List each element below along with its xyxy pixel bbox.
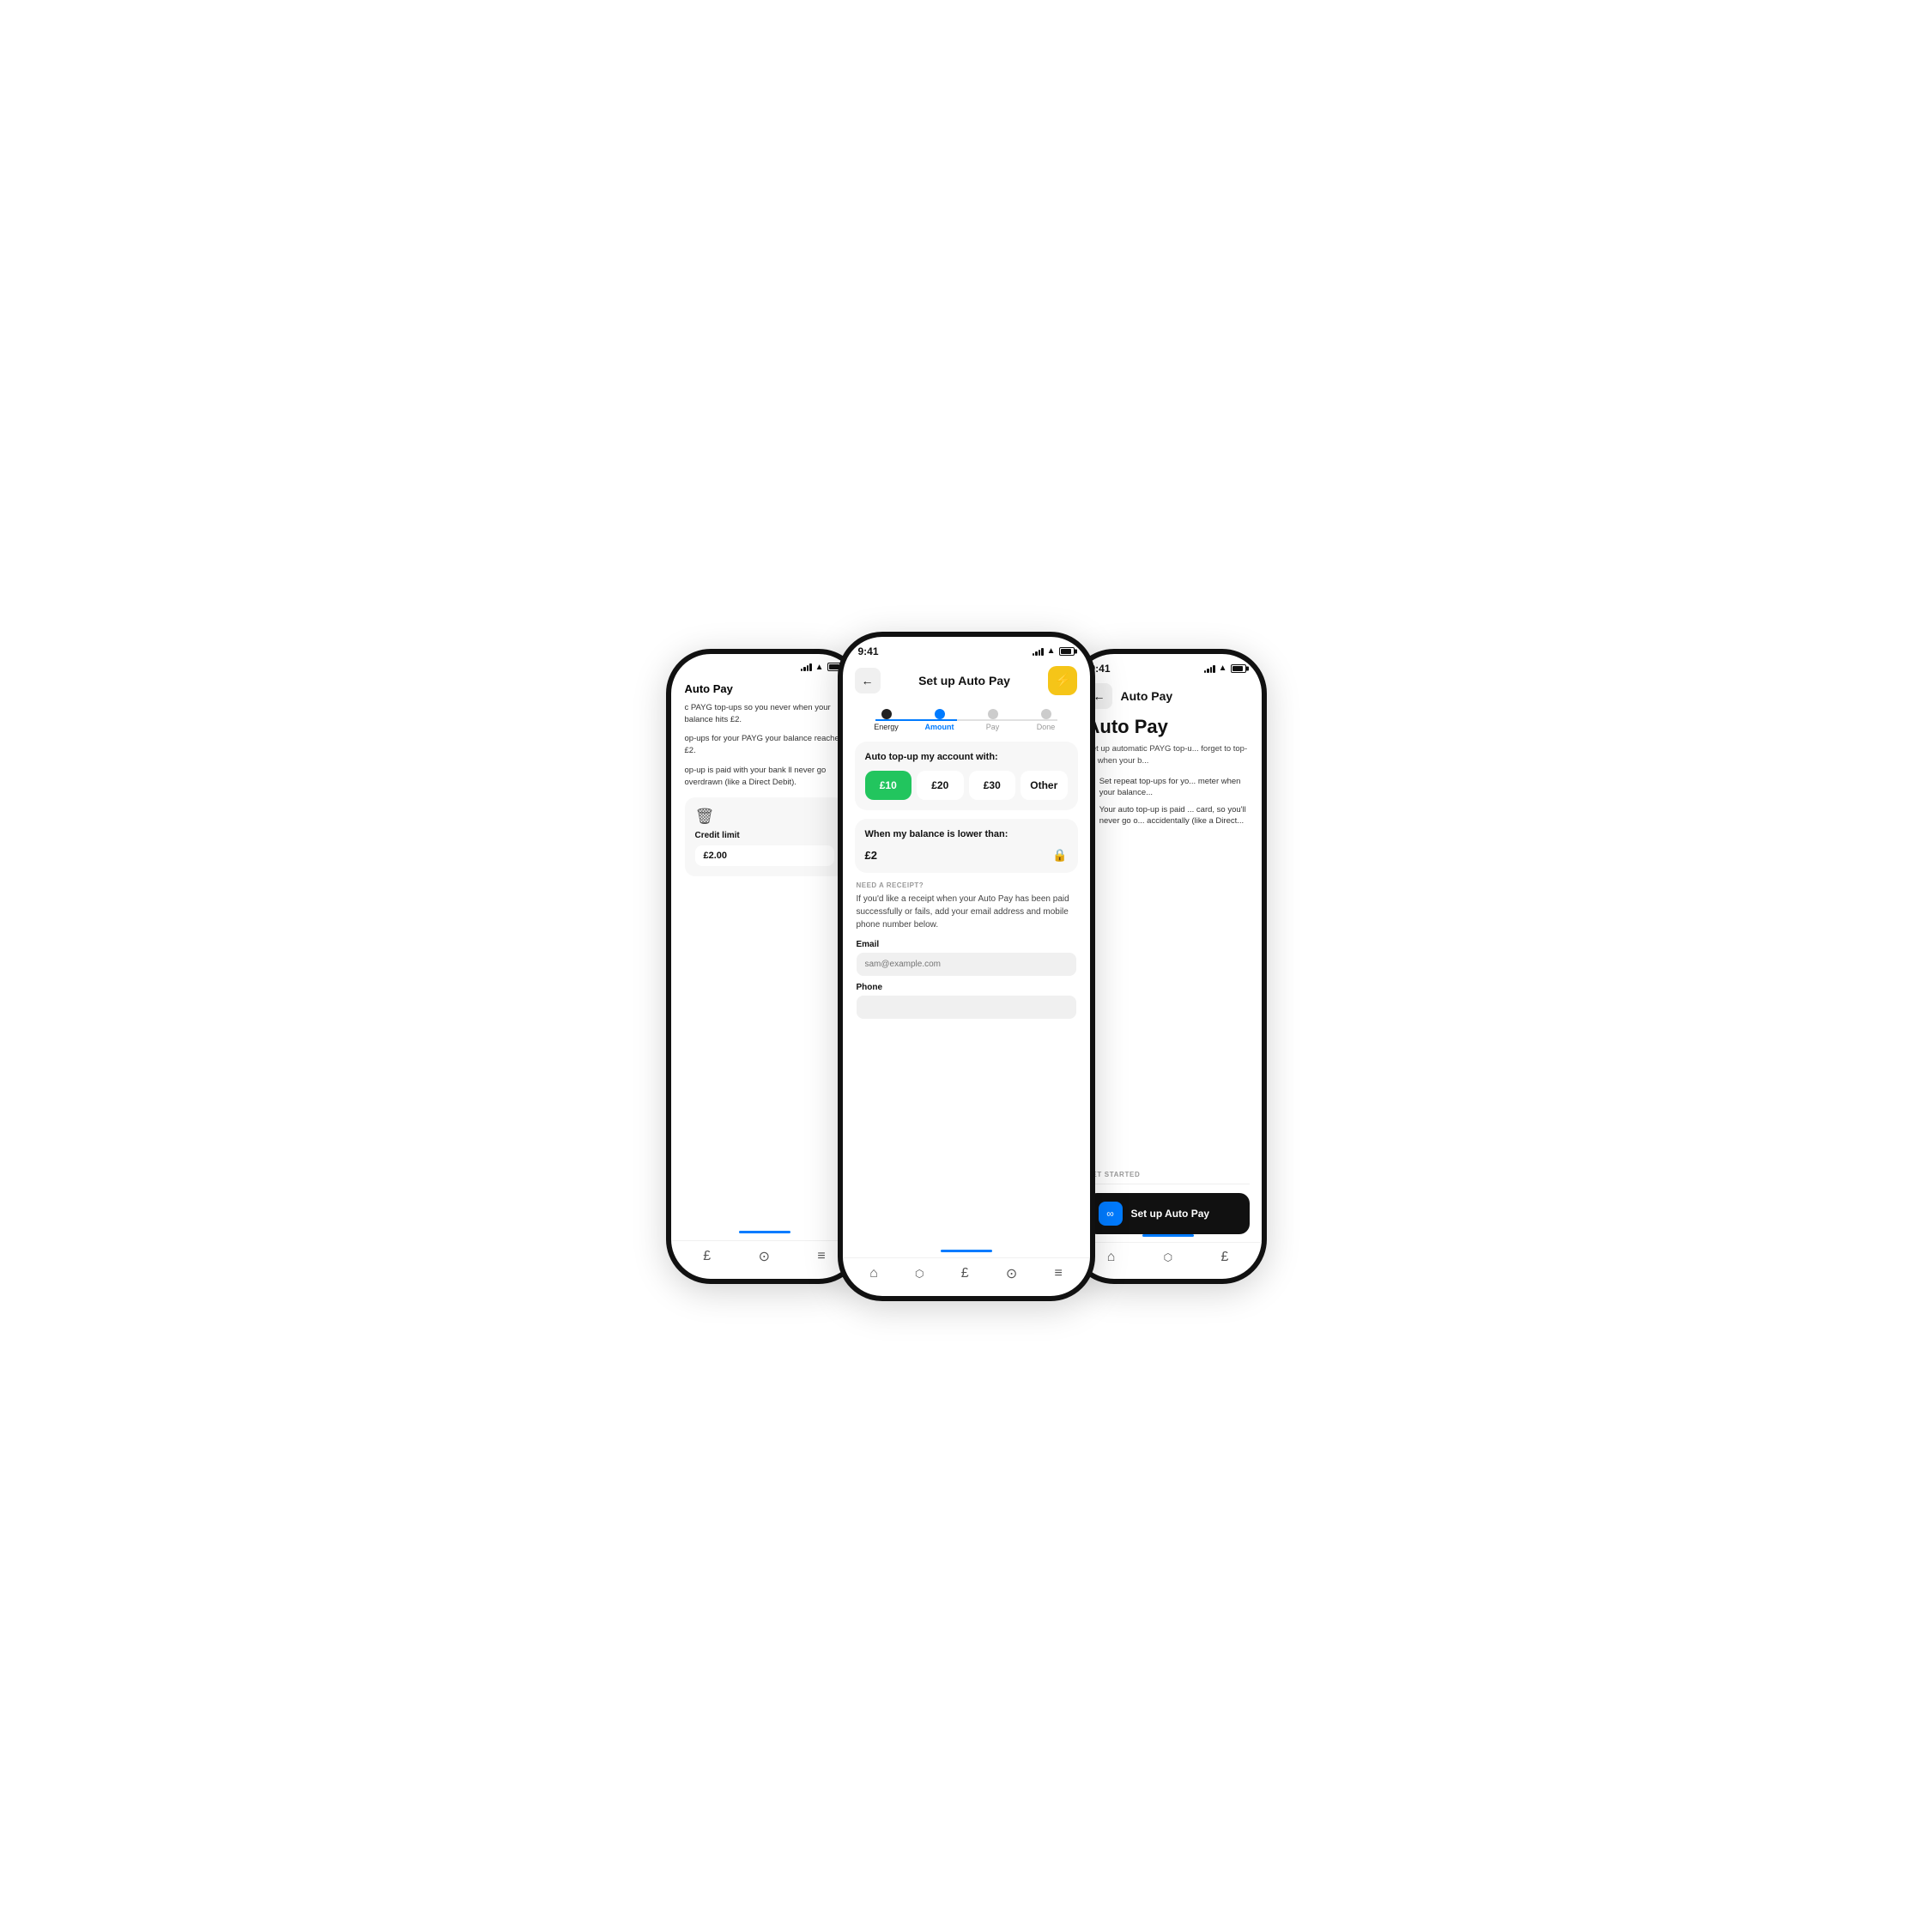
receipt-text: If you'd like a receipt when your Auto P… [857,893,1076,931]
bottom-nav-right: ⌂ ⬡ £ [1075,1242,1262,1279]
status-bar-left: ▲ [671,654,858,675]
bottom-nav-center: ⌂ ⬡ £ ⊙ ≡ [843,1257,1090,1296]
bottom-indicator-right [1142,1234,1194,1237]
status-time-center: 9:41 [858,645,879,657]
step-label-pay: Pay [986,723,1000,731]
credit-limit-value: £2.00 [695,845,834,866]
receipt-section: NEED A RECEIPT? If you'd like a receipt … [855,881,1078,1026]
status-icons-right: ▲ [1204,663,1246,673]
stepper: Energy Amount Pay Done [843,700,1090,735]
wifi-icon-right: ▲ [1219,663,1227,673]
right-page-title: Auto Pay [1075,712,1262,743]
phone-center: 9:41 ▲ ← Set up Auto Pay ⚡ Energy [838,632,1095,1301]
nav-usage-right[interactable]: ⬡ [1164,1251,1172,1263]
left-body-text-1: c PAYG top-ups so you never when your ba… [685,702,845,727]
right-content: Auto Pay Set up automatic PAYG top-u... … [1075,712,1262,1234]
left-body-text-3: op-up is paid with your bank ll never go… [685,765,845,790]
setup-autopay-label: Set up Auto Pay [1131,1208,1210,1220]
step-energy: Energy [860,709,913,731]
step-done: Done [1020,709,1073,731]
amount-options: £10 £20 £30 Other [865,771,1068,800]
phone-input[interactable] [857,996,1076,1019]
nav-help-left[interactable]: ⊙ [759,1248,770,1265]
trash-icon: 🗑 [695,808,834,826]
step-label-done: Done [1037,723,1056,731]
get-started-label: GET STARTED [1075,1171,1262,1178]
amount-30[interactable]: £30 [969,771,1016,800]
left-body: c PAYG top-ups so you never when your ba… [671,702,858,1231]
balance-row: £2 🔒 [865,848,1068,863]
back-button-center[interactable]: ← [855,668,881,693]
receipt-label: NEED A RECEIPT? [857,881,1076,889]
email-label: Email [857,940,1076,949]
battery-icon-center [1059,647,1075,656]
lightning-button-center[interactable]: ⚡ [1048,666,1077,695]
step-dot-done [1041,709,1051,719]
bottom-indicator-center [941,1250,992,1252]
bottom-indicator-left [739,1231,790,1233]
topup-amount-title: Auto top-up my account with: [865,752,1068,762]
nav-header-center: ← Set up Auto Pay ⚡ [843,661,1090,700]
nav-menu-left[interactable]: ≡ [817,1249,825,1264]
phone-label: Phone [857,983,1076,992]
right-body-text: Set up automatic PAYG top-u... forget to… [1087,743,1250,768]
check-text-2: Your auto top-up is paid ... card, so yo… [1099,804,1250,827]
nav-title-center: Set up Auto Pay [918,674,1010,687]
balance-title: When my balance is lower than: [865,829,1068,839]
left-content: Auto Pay c PAYG top-ups so you never whe… [671,675,858,1231]
email-input[interactable] [857,953,1076,976]
infinity-icon: ∞ [1099,1202,1123,1226]
center-content: Auto top-up my account with: £10 £20 £30… [843,735,1090,1250]
nav-help-center[interactable]: ⊙ [1006,1265,1017,1282]
wifi-icon-center: ▲ [1047,646,1056,656]
phone-right: 9:41 ▲ ← Auto Pay Auto Pay Set up automa… [1069,649,1267,1284]
nav-title-right: Auto Pay [1121,689,1173,703]
balance-trigger-card: When my balance is lower than: £2 🔒 [855,819,1078,873]
check-item-1: ✓ Set repeat top-ups for yo... meter whe… [1087,776,1250,799]
balance-value: £2 [865,849,877,862]
left-body-text-2: op-ups for your PAYG your balance reache… [685,733,845,758]
nav-home-center[interactable]: ⌂ [869,1266,878,1281]
signal-icon-center [1033,647,1044,656]
status-icons-center: ▲ [1033,646,1075,656]
bottom-nav-left: £ ⊙ ≡ [671,1240,858,1279]
signal-icon-left [801,663,812,671]
step-amount: Amount [913,709,966,731]
step-dot-energy [881,709,892,719]
amount-10[interactable]: £10 [865,771,912,800]
amount-other[interactable]: Other [1021,771,1068,800]
check-text-1: Set repeat top-ups for yo... meter when … [1099,776,1250,799]
nav-payments-left[interactable]: £ [703,1249,711,1264]
step-dot-amount [935,709,945,719]
nav-menu-center[interactable]: ≡ [1055,1266,1063,1281]
right-nav-header: ← Auto Pay [1075,678,1262,712]
phone-left: ▲ Auto Pay c PAYG top-ups so you never w… [666,649,863,1284]
status-bar-right: 9:41 ▲ [1075,654,1262,678]
step-label-energy: Energy [874,723,899,731]
status-icons-left: ▲ [801,663,843,672]
credit-limit-label: Credit limit [695,831,834,840]
status-bar-center: 9:41 ▲ [843,637,1090,661]
lock-icon: 🔒 [1052,848,1067,863]
setup-autopay-button[interactable]: ∞ Set up Auto Pay [1087,1193,1250,1234]
nav-payments-right[interactable]: £ [1220,1250,1228,1265]
topup-amount-card: Auto top-up my account with: £10 £20 £30… [855,742,1078,810]
scene: ▲ Auto Pay c PAYG top-ups so you never w… [580,580,1353,1353]
step-label-amount: Amount [925,723,954,731]
amount-20[interactable]: £20 [917,771,964,800]
step-pay: Pay [966,709,1020,731]
battery-icon-right [1231,664,1246,673]
step-dot-pay [988,709,998,719]
nav-payments-center[interactable]: £ [961,1266,969,1281]
nav-home-right[interactable]: ⌂ [1107,1250,1116,1265]
credit-limit-card: 🗑 Credit limit £2.00 [685,797,845,876]
signal-icon-right [1204,664,1215,673]
nav-usage-center[interactable]: ⬡ [915,1268,924,1280]
right-body: Set up automatic PAYG top-u... forget to… [1075,743,1262,1160]
check-item-2: ✓ Your auto top-up is paid ... card, so … [1087,804,1250,827]
wifi-icon-left: ▲ [815,663,824,672]
left-header-title: Auto Pay [671,675,858,702]
